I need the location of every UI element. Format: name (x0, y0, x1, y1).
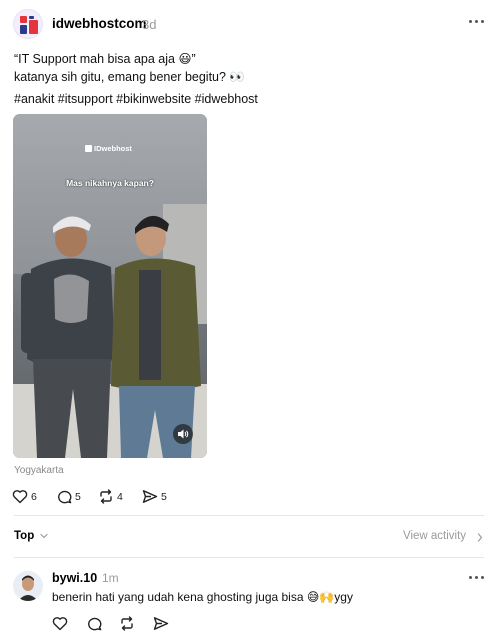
like-count: 6 (31, 491, 37, 503)
view-activity-link[interactable]: View activity (403, 530, 466, 542)
post-caption: “IT Support mah bisa apa aja 😃” katanya … (14, 51, 245, 86)
reply-count: 5 (75, 491, 81, 503)
post-author-avatar[interactable] (13, 9, 43, 39)
post-video[interactable]: IDwebhost Mas nikahnya kapan? (13, 114, 207, 458)
divider (14, 557, 484, 558)
video-person-right (111, 215, 201, 458)
post-location[interactable]: Yogyakarta (14, 465, 64, 476)
share-count: 5 (161, 491, 167, 503)
volume-button[interactable] (173, 424, 193, 444)
video-watermark: IDwebhost (85, 144, 132, 153)
more-icon[interactable] (466, 13, 488, 29)
reply-reply-button[interactable] (86, 616, 102, 636)
reply-repost-button[interactable] (119, 616, 135, 636)
watermark-logo-icon (85, 145, 92, 152)
volume-icon (178, 429, 189, 439)
caption-line: katanya sih gitu, emang bener begitu? 👀 (14, 69, 245, 84)
video-person-left (21, 216, 115, 458)
heart-icon (12, 490, 28, 504)
more-icon[interactable] (466, 569, 488, 585)
reply-like-button[interactable] (52, 616, 68, 636)
reply-time: 1m (102, 571, 119, 585)
post-hashtags[interactable]: #anakit #itsupport #bikinwebsite #idwebh… (14, 92, 258, 106)
video-overlay-text: Mas nikahnya kapan? (66, 178, 154, 188)
repost-icon (100, 489, 112, 504)
avatar (18, 575, 38, 601)
share-icon (153, 617, 169, 630)
chevron-down-icon[interactable] (40, 533, 48, 539)
repost-count: 4 (117, 491, 123, 503)
reply-share-button[interactable] (153, 616, 169, 636)
sort-top-button[interactable]: Top (14, 530, 34, 542)
reply-item: bywi.10 1m benerin hati yang udah kena g… (0, 560, 500, 644)
reply-author-avatar[interactable] (13, 571, 43, 601)
watermark-text: IDwebhost (94, 144, 132, 153)
caption-line: “IT Support mah bisa apa aja 😃” (14, 52, 196, 66)
reply-text: benerin hati yang udah kena ghosting jug… (52, 590, 353, 604)
chevron-right-icon[interactable] (477, 533, 483, 542)
reply-actions (52, 616, 192, 634)
share-icon (142, 490, 158, 503)
repost-icon (121, 616, 133, 631)
post-username[interactable]: idwebhostcom (52, 16, 147, 31)
comment-icon (88, 617, 102, 631)
reply-username[interactable]: bywi.10 (52, 571, 97, 585)
post-time: 3d (142, 17, 157, 32)
divider (14, 515, 484, 516)
comment-icon (58, 490, 72, 504)
post-actions: 6 5 4 5 (12, 488, 212, 506)
idwebhost-logo-icon (20, 16, 38, 34)
heart-icon (52, 617, 68, 631)
